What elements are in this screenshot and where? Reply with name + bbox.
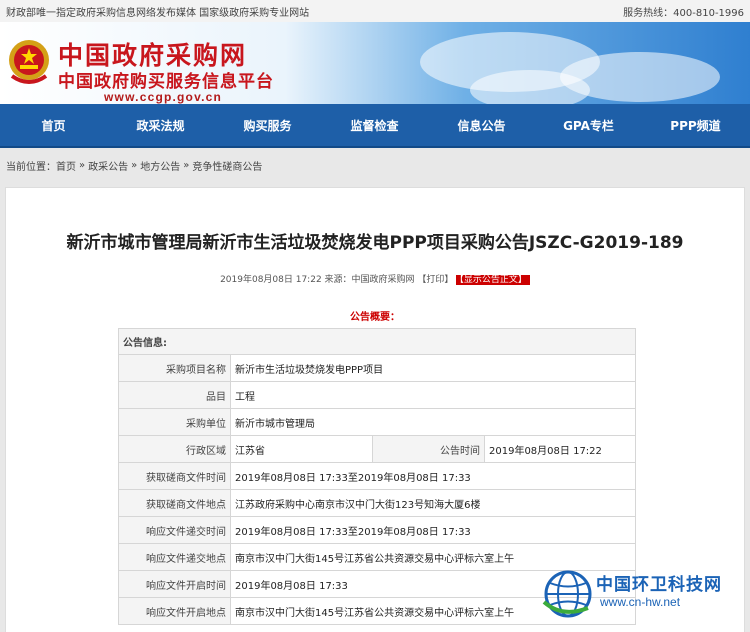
row-label: 行政区域 (118, 435, 231, 463)
watermark-title: 中国环卫科技网 (596, 575, 722, 595)
row-label: 响应文件开启地点 (118, 597, 231, 625)
breadcrumb-negotiation-announcements[interactable]: 竞争性磋商公告 (192, 158, 262, 173)
row-value: 南京市汉中门大街145号江苏省公共资源交易中心评标六室上午 (230, 543, 636, 571)
row-value: 新沂市城市管理局 (230, 408, 636, 436)
table-row: 品目 工程 (118, 381, 636, 409)
row-label: 获取磋商文件地点 (118, 489, 231, 517)
show-body-button[interactable]: 【显示公告正文】 (456, 275, 530, 285)
article-title: 新沂市城市管理局新沂市生活垃圾焚烧发电PPP项目采购公告JSZC-G2019-1… (66, 233, 684, 253)
national-emblem-icon (9, 40, 49, 84)
breadcrumb-prefix: 当前位置： (6, 161, 56, 173)
table-row: 获取磋商文件时间 2019年08月08日 17:33至2019年08月08日 1… (118, 462, 636, 490)
row-label: 采购单位 (118, 408, 231, 436)
table-row: 行政区域 江苏省 公告时间 2019年08月08日 17:22 (118, 435, 636, 463)
top-bar: 财政部唯一指定政府采购信息网络发布媒体 国家级政府采购专业网站 服务热线：400… (0, 0, 750, 22)
table-row: 响应文件递交地点 南京市汉中门大街145号江苏省公共资源交易中心评标六室上午 (118, 543, 636, 571)
table-row: 采购项目名称 新沂市生活垃圾焚烧发电PPP项目 (118, 354, 636, 382)
article-panel: 新沂市城市管理局新沂市生活垃圾焚烧发电PPP项目采购公告JSZC-G2019-1… (5, 187, 745, 632)
row-value: 江苏政府采购中心南京市汉中门大街123号知海大厦6楼 (230, 489, 636, 517)
row-label: 公告时间 (372, 435, 485, 463)
nav-item-regulations[interactable]: 政采法规 (107, 117, 214, 134)
nav-item-announcements[interactable]: 信息公告 (428, 117, 535, 134)
table-row: 获取磋商文件地点 江苏政府采购中心南京市汉中门大街123号知海大厦6楼 (118, 489, 636, 517)
nav-item-gpa[interactable]: GPA专栏 (535, 117, 642, 134)
watermark: 中国环卫科技网 www.cn-hw.net (542, 568, 736, 626)
nav-item-supervision[interactable]: 监督检查 (321, 117, 428, 134)
article-meta-text: 2019年08月08日 17:22 来源：中国政府采购网 【打印】 (220, 275, 454, 285)
row-value: 2019年08月08日 17:33至2019年08月08日 17:33 (230, 516, 636, 544)
main-nav: 首页 政采法规 购买服务 监督检查 信息公告 GPA专栏 PPP频道 (0, 104, 750, 148)
row-value: 江苏省 (230, 435, 373, 463)
site-url: www.ccgp.gov.cn (104, 90, 223, 104)
globe-icon (542, 570, 592, 618)
service-hotline: 服务热线：400-810-1996 (623, 7, 744, 19)
article-meta: 2019年08月08日 17:22 来源：中国政府采购网 【打印】 【显示公告正文… (6, 272, 744, 285)
breadcrumb: 当前位置： 首页 » 政采公告 » 地方公告 » 竞争性磋商公告 (0, 148, 750, 182)
breadcrumb-home[interactable]: 首页 (56, 158, 76, 173)
table-row: 公告信息: (118, 328, 636, 355)
row-label: 响应文件开启时间 (118, 570, 231, 598)
row-label: 采购项目名称 (118, 354, 231, 382)
row-label: 品目 (118, 381, 231, 409)
row-label: 获取磋商文件时间 (118, 462, 231, 490)
table-header: 公告信息: (118, 328, 636, 355)
site-tagline: 财政部唯一指定政府采购信息网络发布媒体 国家级政府采购专业网站 (6, 7, 310, 19)
row-value: 工程 (230, 381, 636, 409)
site-logo-subtitle: 中国政府购买服务信息平台 (58, 72, 274, 92)
row-label: 响应文件递交地点 (118, 543, 231, 571)
table-row: 采购单位 新沂市城市管理局 (118, 408, 636, 436)
row-value: 新沂市生活垃圾焚烧发电PPP项目 (230, 354, 636, 382)
watermark-url: www.cn-hw.net (600, 595, 681, 609)
breadcrumb-separator: » (131, 159, 138, 171)
announcement-summary-heading: 公告概要： (350, 312, 400, 323)
nav-item-ppp[interactable]: PPP频道 (642, 117, 749, 134)
breadcrumb-gov-announcements[interactable]: 政采公告 (88, 158, 128, 173)
breadcrumb-separator: » (79, 159, 86, 171)
nav-item-purchase-services[interactable]: 购买服务 (214, 117, 321, 134)
table-row: 响应文件递交时间 2019年08月08日 17:33至2019年08月08日 1… (118, 516, 636, 544)
breadcrumb-separator: » (183, 159, 190, 171)
row-label: 响应文件递交时间 (118, 516, 231, 544)
breadcrumb-local-announcements[interactable]: 地方公告 (140, 158, 180, 173)
site-banner: 中国政府采购网 中国政府购买服务信息平台 www.ccgp.gov.cn (0, 22, 750, 104)
row-value: 2019年08月08日 17:33至2019年08月08日 17:33 (230, 462, 636, 490)
nav-item-home[interactable]: 首页 (0, 117, 107, 134)
row-value: 2019年08月08日 17:22 (484, 435, 636, 463)
